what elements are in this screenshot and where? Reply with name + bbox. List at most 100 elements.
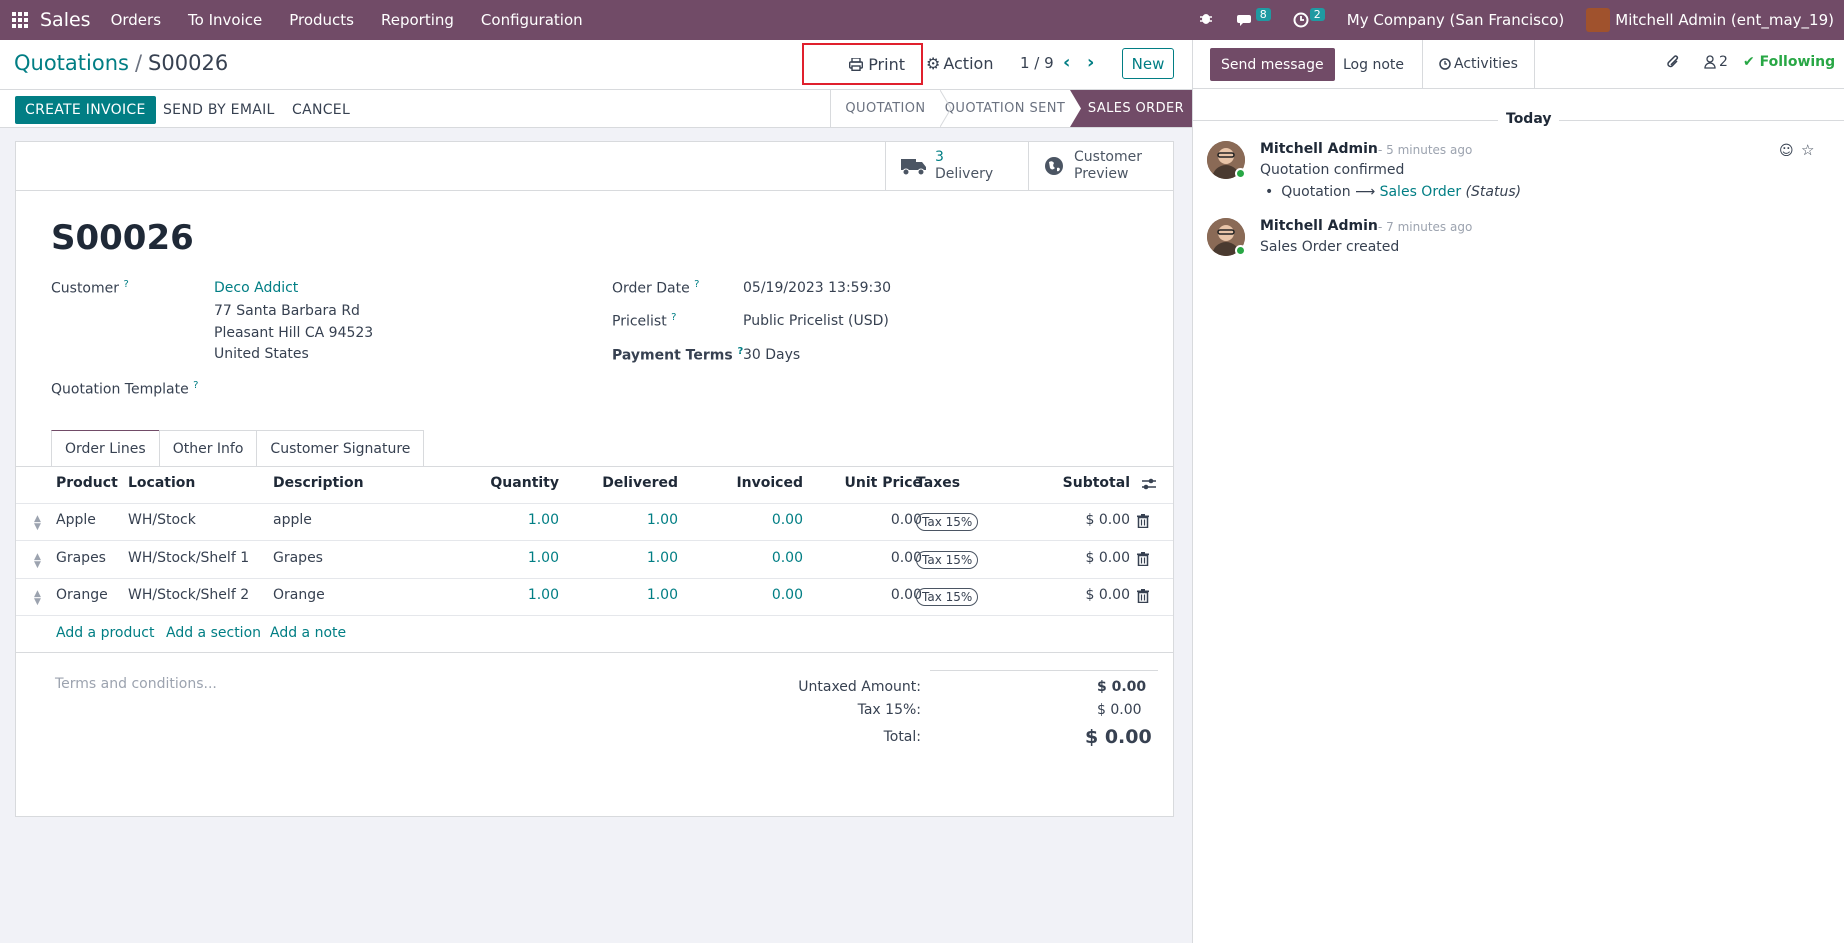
tab-order-lines[interactable]: Order Lines: [51, 430, 160, 467]
row3-product[interactable]: Orange: [56, 587, 108, 603]
new-button[interactable]: New: [1122, 48, 1174, 79]
pager-previous-icon[interactable]: ‹: [1063, 52, 1070, 73]
col-unit-price[interactable]: Unit Price: [822, 475, 922, 491]
app-brand[interactable]: Sales: [40, 9, 91, 31]
menu-to-invoice[interactable]: To Invoice: [188, 11, 262, 29]
row3-invoiced[interactable]: 0.00: [703, 587, 803, 603]
apps-menu-icon[interactable]: [2, 0, 38, 40]
col-delivered[interactable]: Delivered: [578, 475, 678, 491]
row2-product[interactable]: Grapes: [56, 550, 106, 566]
star-icon[interactable]: ☆: [1801, 141, 1814, 159]
col-quantity[interactable]: Quantity: [459, 475, 559, 491]
pager-next-icon[interactable]: ›: [1087, 52, 1094, 73]
add-product-link[interactable]: Add a product: [56, 625, 154, 641]
menu-configuration[interactable]: Configuration: [481, 11, 583, 29]
add-section-link[interactable]: Add a section: [166, 625, 261, 641]
row3-delivered[interactable]: 1.00: [578, 587, 678, 603]
row-separator: [16, 615, 1173, 616]
stage-quotation-sent[interactable]: QUOTATION SENT: [940, 90, 1070, 127]
row2-tax-badge[interactable]: Tax 15%: [916, 551, 979, 569]
row1-subtotal: $ 0.00: [1085, 512, 1130, 528]
row2-quantity[interactable]: 1.00: [459, 550, 559, 566]
tab-customer-signature[interactable]: Customer Signature: [256, 430, 425, 467]
delete-row-icon[interactable]: [1137, 552, 1149, 567]
log-note-button[interactable]: Log note: [1343, 48, 1404, 81]
breadcrumb-quotations[interactable]: Quotations: [14, 51, 129, 75]
row1-location[interactable]: WH/Stock: [128, 512, 196, 528]
menu-orders[interactable]: Orders: [111, 11, 161, 29]
quotation-template-field[interactable]: [214, 380, 514, 400]
followers-button[interactable]: 2: [1704, 54, 1728, 70]
add-note-link[interactable]: Add a note: [270, 625, 346, 641]
quotation-template-label: Quotation Template ?: [51, 380, 199, 398]
menu-products[interactable]: Products: [289, 11, 354, 29]
col-description[interactable]: Description: [273, 475, 364, 491]
drag-handle-icon[interactable]: ▲ ▼: [34, 553, 41, 570]
untaxed-amount-label: Untaxed Amount:: [798, 679, 921, 695]
action-button[interactable]: ⚙ Action: [926, 54, 993, 73]
following-button[interactable]: ✔ Following: [1743, 54, 1835, 70]
drag-handle-icon[interactable]: ▲ ▼: [34, 515, 41, 532]
company-switcher[interactable]: My Company (San Francisco): [1347, 11, 1564, 29]
col-invoiced[interactable]: Invoiced: [703, 475, 803, 491]
activities-clock-icon[interactable]: 2: [1293, 7, 1325, 28]
customer-field[interactable]: Deco Addict: [214, 280, 298, 296]
row3-location[interactable]: WH/Stock/Shelf 2: [128, 587, 249, 603]
col-location[interactable]: Location: [128, 475, 195, 491]
message-author[interactable]: Mitchell Admin: [1260, 141, 1378, 157]
activities-button[interactable]: Activities: [1422, 40, 1535, 88]
delete-row-icon[interactable]: [1137, 514, 1149, 529]
row1-tax-badge[interactable]: Tax 15%: [916, 513, 979, 531]
row3-description[interactable]: Orange: [273, 587, 325, 603]
col-subtotal[interactable]: Subtotal: [1030, 475, 1130, 491]
print-button[interactable]: Print: [802, 43, 923, 85]
payment-terms-field[interactable]: 30 Days: [743, 347, 800, 363]
bug-icon[interactable]: [1199, 11, 1213, 29]
tab-other-info[interactable]: Other Info: [158, 430, 258, 467]
order-date-field[interactable]: 05/19/2023 13:59:30: [743, 280, 891, 296]
tax-value: $ 0.00: [1097, 702, 1142, 718]
drag-handle-icon[interactable]: ▲ ▼: [34, 590, 41, 607]
pager-value[interactable]: 1 / 9: [1020, 54, 1054, 72]
row2-description[interactable]: Grapes: [273, 550, 323, 566]
customer-label: Customer ?: [51, 279, 129, 297]
menu-reporting[interactable]: Reporting: [381, 11, 454, 29]
row3-unit-price[interactable]: 0.00: [822, 587, 922, 603]
messages-icon[interactable]: 8: [1236, 7, 1271, 28]
optional-columns-icon[interactable]: [1141, 477, 1157, 495]
pricelist-field[interactable]: Public Pricelist (USD): [743, 313, 889, 329]
row2-unit-price[interactable]: 0.00: [822, 550, 922, 566]
user-menu[interactable]: Mitchell Admin (ent_may_19): [1615, 11, 1834, 29]
row1-description[interactable]: apple: [273, 512, 312, 528]
print-label: Print: [868, 54, 905, 74]
row2-delivered[interactable]: 1.00: [578, 550, 678, 566]
row2-invoiced[interactable]: 0.00: [703, 550, 803, 566]
send-message-button[interactable]: Send message: [1210, 48, 1335, 81]
delivery-smart-button[interactable]: 3 Delivery: [885, 142, 1028, 190]
row2-location[interactable]: WH/Stock/Shelf 1: [128, 550, 249, 566]
user-avatar[interactable]: [1586, 8, 1611, 32]
row1-unit-price[interactable]: 0.00: [822, 512, 922, 528]
stage-quotation[interactable]: QUOTATION: [830, 90, 940, 127]
row3-quantity[interactable]: 1.00: [459, 587, 559, 603]
cancel-button[interactable]: CANCEL: [292, 96, 350, 124]
paperclip-icon[interactable]: [1665, 54, 1681, 76]
row1-delivered[interactable]: 1.00: [578, 512, 678, 528]
row1-quantity[interactable]: 1.00: [459, 512, 559, 528]
action-label: Action: [943, 54, 994, 73]
col-taxes[interactable]: Taxes: [916, 475, 960, 491]
message-author[interactable]: Mitchell Admin: [1260, 218, 1378, 234]
row3-tax-badge[interactable]: Tax 15%: [916, 588, 979, 606]
send-by-email-button[interactable]: SEND BY EMAIL: [163, 96, 275, 124]
emoji-icon[interactable]: ☺: [1779, 143, 1794, 159]
stage-sales-order[interactable]: SALES ORDER: [1070, 90, 1192, 127]
col-product[interactable]: Product: [56, 475, 118, 491]
online-status-icon: [1235, 168, 1246, 179]
row1-invoiced[interactable]: 0.00: [703, 512, 803, 528]
terms-and-conditions-field[interactable]: Terms and conditions...: [55, 676, 217, 692]
delete-row-icon[interactable]: [1137, 589, 1149, 604]
message-body: Sales Order created: [1260, 239, 1400, 255]
row1-product[interactable]: Apple: [56, 512, 96, 528]
customer-preview-smart-button[interactable]: Customer Preview: [1028, 142, 1173, 190]
create-invoice-button[interactable]: CREATE INVOICE: [15, 96, 156, 124]
